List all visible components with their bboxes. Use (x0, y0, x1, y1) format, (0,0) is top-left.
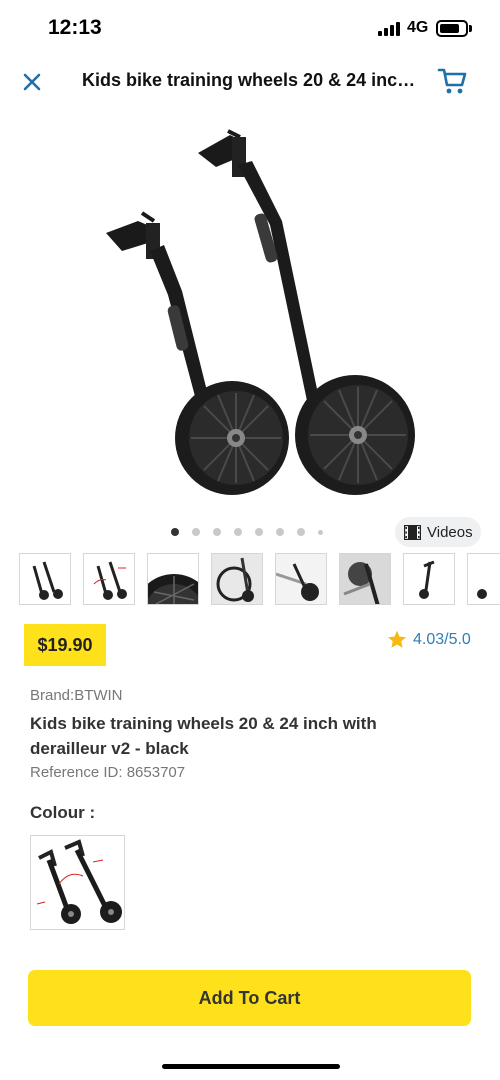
thumbnail-4[interactable] (211, 553, 263, 605)
carousel-dot[interactable] (297, 528, 305, 536)
signal-icon (378, 22, 402, 36)
header: Kids bike training wheels 20 & 24 inch..… (0, 60, 500, 104)
rating[interactable]: 4.03/5.0 (387, 630, 471, 649)
battery-icon (436, 20, 468, 37)
carousel-dot[interactable] (171, 528, 179, 536)
film-icon (404, 524, 421, 540)
carousel-dot[interactable] (213, 528, 221, 536)
thumbnail-strip (19, 553, 500, 605)
carousel-dot[interactable] (318, 529, 323, 535)
battery-tip (469, 25, 472, 32)
price-badge: $19.90 (24, 624, 106, 666)
training-wheels-image (106, 129, 415, 495)
rating-value: 4.03/5.0 (413, 630, 471, 648)
thumbnail-7[interactable] (403, 553, 455, 605)
cart-icon (437, 68, 467, 94)
page-title: Kids bike training wheels 20 & 24 inch..… (82, 70, 418, 90)
thumbnail-1[interactable] (19, 553, 71, 605)
thumbnail-2[interactable] (83, 553, 135, 605)
thumbnail-8[interactable] (467, 553, 500, 605)
cart-button[interactable] (436, 64, 470, 98)
home-indicator[interactable] (162, 1064, 340, 1069)
add-to-cart-button[interactable]: Add To Cart (28, 970, 471, 1026)
close-icon (23, 73, 41, 91)
brand-label[interactable]: Brand:BTWIN (30, 687, 123, 704)
carousel-dot[interactable] (192, 528, 200, 536)
star-icon (388, 630, 406, 648)
close-button[interactable] (18, 68, 46, 96)
status-bar: 12:13 4G (0, 0, 500, 56)
videos-button[interactable]: Videos (395, 517, 481, 547)
network-type: 4G (407, 19, 429, 36)
carousel-dot[interactable] (276, 528, 284, 536)
reference-id: Reference ID: 8653707 (30, 764, 186, 781)
product-name: Kids bike training wheels 20 & 24 inch w… (30, 714, 377, 758)
videos-label: Videos (427, 523, 473, 541)
carousel-dot[interactable] (255, 528, 263, 536)
colour-swatch-image (36, 839, 122, 924)
colour-label: Colour : (30, 803, 96, 822)
thumbnail-6[interactable] (339, 553, 391, 605)
product-image[interactable] (60, 115, 440, 515)
carousel-indicator (171, 527, 323, 537)
carousel-dot[interactable] (234, 528, 242, 536)
thumbnail-5[interactable] (275, 553, 327, 605)
thumbnail-3[interactable] (147, 553, 199, 605)
colour-swatch-black[interactable] (30, 835, 125, 930)
status-time: 12:13 (48, 16, 102, 39)
